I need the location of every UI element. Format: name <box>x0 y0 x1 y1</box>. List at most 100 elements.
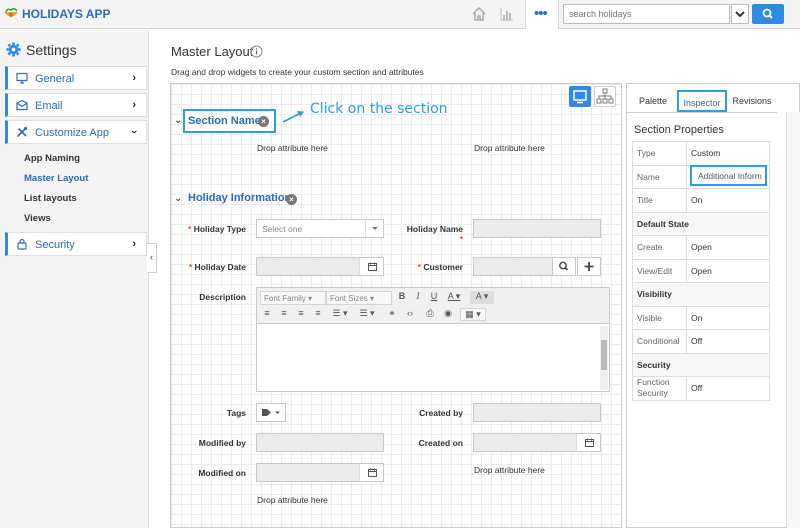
tab-palette[interactable]: Palette <box>630 90 676 112</box>
arrow-icon <box>282 111 304 123</box>
sidebar-item-customize-app[interactable]: Customize App › <box>5 120 147 144</box>
highlight-color-icon[interactable]: A ▾ <box>470 291 494 304</box>
sidebar-subitem-app-naming[interactable]: App Naming <box>24 153 80 164</box>
section-name-label[interactable]: Section Name <box>188 115 261 127</box>
link-icon[interactable]: ⚭ <box>385 308 399 321</box>
holiday-date-input[interactable] <box>256 257 384 276</box>
panel-scroll-strip <box>786 112 800 528</box>
section-remove-icon[interactable]: × <box>286 194 297 205</box>
customer-search-button[interactable] <box>552 257 576 276</box>
info-icon[interactable] <box>250 45 263 58</box>
search-input[interactable] <box>563 4 730 24</box>
property-value[interactable]: Off <box>686 376 770 401</box>
lock-icon <box>17 238 27 250</box>
search-dropdown-button[interactable] <box>731 4 749 24</box>
app-title[interactable]: HOLIDAYS APP <box>22 7 110 21</box>
section-collapse-icon[interactable]: ⌄ <box>174 193 182 204</box>
tags-dropdown[interactable] <box>256 403 286 422</box>
drop-zone[interactable]: Drop attribute here <box>257 143 328 153</box>
chevron-right-icon: › <box>132 238 136 250</box>
customer-add-button[interactable] <box>577 257 601 276</box>
underline-icon[interactable]: U <box>427 291 441 304</box>
property-value[interactable]: On <box>686 305 770 330</box>
customer-label: * Customer <box>417 262 463 272</box>
property-value: Custom <box>686 141 770 166</box>
description-editor[interactable]: Font Family ▾ Font Sizes ▾ B I U A ▾ A ▾… <box>256 287 610 392</box>
align-left-icon[interactable]: ≡ <box>260 308 274 321</box>
font-size-select[interactable]: Font Sizes ▾ <box>326 291 392 305</box>
preview-icon[interactable]: ◉ <box>441 308 455 321</box>
property-value[interactable]: Open <box>686 235 770 260</box>
section-collapse-icon[interactable]: ⌄ <box>174 115 182 126</box>
drop-zone[interactable]: Drop attribute here <box>257 495 328 505</box>
sidebar-item-general[interactable]: General › <box>5 66 147 90</box>
chevron-down-icon: › <box>128 130 141 134</box>
align-center-icon[interactable]: ≡ <box>277 308 291 321</box>
font-color-icon[interactable]: A ▾ <box>445 291 463 304</box>
italic-icon[interactable]: I <box>411 291 425 304</box>
group-title: Default State <box>632 211 770 236</box>
code-icon[interactable]: ‹› <box>402 308 418 321</box>
search-button[interactable] <box>752 4 784 24</box>
property-row: Type Custom <box>632 141 770 166</box>
tab-revisions[interactable]: Revisions <box>728 90 776 112</box>
property-key: Name <box>632 164 687 189</box>
calendar-icon[interactable] <box>368 262 377 271</box>
section-title[interactable]: Holiday Information <box>188 192 291 204</box>
chart-icon[interactable] <box>499 6 515 22</box>
holiday-type-select[interactable]: Select one <box>256 219 384 238</box>
plus-icon <box>584 262 594 271</box>
created-by-input <box>473 403 601 422</box>
property-key: Conditional <box>632 329 687 354</box>
monitor-icon <box>16 72 28 84</box>
sidebar-subitem-list-layouts[interactable]: List layouts <box>24 193 77 204</box>
table-icon[interactable]: ▦ ▾ <box>460 308 486 321</box>
group-title: Security <box>632 352 770 377</box>
bold-icon[interactable]: B <box>395 291 409 304</box>
chevron-left-icon: ‹ <box>150 252 153 262</box>
section-remove-icon[interactable]: × <box>258 116 269 127</box>
hierarchy-view-button[interactable] <box>594 86 616 107</box>
drop-zone[interactable]: Drop attribute here <box>474 143 545 153</box>
property-value[interactable]: Off <box>686 329 770 354</box>
bullet-list-icon[interactable]: ☰ ▾ <box>329 308 351 321</box>
page-title: Master Layout <box>171 44 254 59</box>
property-row: Title On <box>632 188 770 213</box>
property-key: Visible <box>632 305 687 330</box>
collapse-sidebar-button[interactable]: ‹ <box>147 243 157 273</box>
sidebar-item-label: General <box>35 73 75 85</box>
numbered-list-icon[interactable]: ☰ ▾ <box>356 308 378 321</box>
sidebar-subitem-views[interactable]: Views <box>24 213 51 224</box>
sidebar-item-email[interactable]: Email › <box>5 93 147 117</box>
property-value[interactable]: Open <box>686 258 770 283</box>
tools-icon <box>16 126 28 138</box>
holiday-name-input[interactable] <box>473 219 601 238</box>
modified-on-input <box>256 463 384 482</box>
print-icon[interactable]: ⎙ <box>423 308 437 321</box>
more-menu-button[interactable]: ••• <box>525 0 559 29</box>
property-key: Title <box>632 188 687 213</box>
property-value[interactable]: On <box>686 188 770 213</box>
drop-zone[interactable]: Drop attribute here <box>474 465 545 475</box>
font-family-select[interactable]: Font Family ▾ <box>260 291 326 305</box>
desktop-view-button[interactable] <box>569 86 591 107</box>
align-justify-icon[interactable]: ≡ <box>311 308 325 321</box>
property-key: Create <box>632 235 687 260</box>
sidebar-item-security[interactable]: Security › <box>5 232 147 256</box>
holiday-name-label: Holiday Name * <box>406 224 463 244</box>
customer-input[interactable] <box>473 257 553 276</box>
property-key: View/Edit <box>632 258 687 283</box>
section-properties-title: Section Properties <box>634 124 724 136</box>
page-subtitle: Drag and drop widgets to create your cus… <box>171 67 424 77</box>
calendar-icon[interactable] <box>585 438 594 447</box>
section-name-input[interactable]: Additional Inform <box>690 165 767 186</box>
calendar-icon[interactable] <box>368 468 377 477</box>
align-right-icon[interactable]: ≡ <box>294 308 308 321</box>
tab-inspector[interactable]: Inspector <box>677 90 727 112</box>
search-icon <box>762 8 773 19</box>
sidebar-subitem-master-layout[interactable]: Master Layout <box>24 173 88 184</box>
property-row: Function Security Off <box>632 376 770 401</box>
editor-scrollbar[interactable] <box>600 326 608 390</box>
home-icon[interactable] <box>471 6 487 22</box>
tag-icon <box>262 409 280 416</box>
